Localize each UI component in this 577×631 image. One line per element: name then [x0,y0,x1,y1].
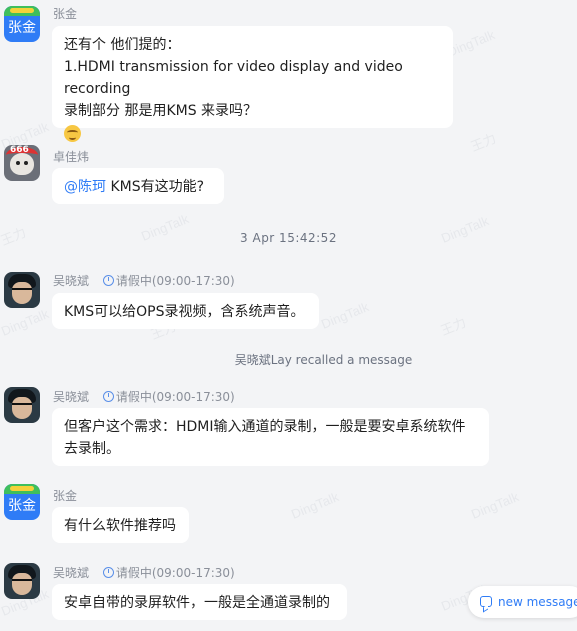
avatar[interactable] [4,272,40,308]
message-line: 但客户这个需求：HDMI输入通道的录制，一般是要安卓系统软件 [64,419,466,435]
watermark: DingTalk [0,306,51,339]
watermark: 王力 [438,314,469,339]
message-text: 安卓自带的录屏软件，一般是全通道录制的 [64,595,330,611]
sender-name[interactable]: 吴晓斌 请假中(09:00-17:30) [53,565,235,581]
sender-label: 张金 [53,7,78,21]
new-message-label: new message [498,595,577,609]
badge-icon [4,484,40,494]
dog-icon [10,153,34,175]
status-text: 请假中(09:00-17:30) [115,274,235,288]
message-bubble[interactable]: 安卓自带的录屏软件，一般是全通道录制的 [52,584,347,620]
sender-label: 吴晓斌 [53,274,90,288]
message-icon [480,596,492,607]
avatar-initials: 张金 [8,498,36,514]
message-bubble[interactable]: KMS可以给OPS录视频，含系统声音。 [52,293,319,329]
sender-name[interactable]: 张金 [53,488,77,504]
sender-label: 卓佳炜 [53,150,90,164]
avatar[interactable]: 666 [4,145,40,181]
clock-icon [102,275,114,286]
message-text: KMS可以给OPS录视频，含系统声音。 [64,304,305,320]
sender-name[interactable]: 吴晓斌 请假中(09:00-17:30) [53,389,235,405]
message-bubble[interactable]: 有什么软件推荐吗 [52,507,189,543]
sender-label: 吴晓斌 [53,390,90,404]
glasses-icon [12,288,32,295]
watermark: DingTalk [289,489,341,522]
sender-label: 吴晓斌 [53,566,90,580]
glasses-icon [12,403,32,410]
message-line: 录制部分 那是用KMS 来录吗？ [64,103,258,119]
sender-name[interactable]: 吴晓斌 请假中(09:00-17:30) [53,273,235,289]
message-line: 还有个 他们提的： [64,37,181,53]
watermark: DingTalk [319,299,371,332]
leave-status: 请假中(09:00-17:30) [102,390,235,404]
message-bubble[interactable]: 但客户这个需求：HDMI输入通道的录制，一般是要安卓系统软件 去录制。 [52,408,489,466]
avatar[interactable] [4,387,40,423]
badge-icon [4,6,40,16]
avatar-initials: 张金 [8,20,36,36]
glasses-icon [12,579,32,586]
clock-icon [102,567,114,578]
avatar[interactable]: 张金 [4,484,40,520]
message-text: 有什么软件推荐吗 [64,518,176,534]
message-text: KMS有这功能? [106,179,205,195]
avatar-number: 666 [10,145,29,155]
message-line: 去录制。 [64,441,120,457]
message-bubble[interactable]: @陈珂 KMS有这功能? [52,168,224,204]
leave-status: 请假中(09:00-17:30) [102,274,235,288]
message-bubble[interactable]: 还有个 他们提的： 1.HDMI transmission for video … [52,26,453,142]
timestamp: 3 Apr 15:42:52 [240,231,337,245]
watermark: 王力 [468,130,499,155]
sender-name[interactable]: 卓佳炜 [53,149,89,165]
grinning-sweat-emoji-icon [64,124,81,142]
watermark: DingTalk [469,489,521,522]
status-text: 请假中(09:00-17:30) [115,390,235,404]
avatar[interactable]: 张金 [4,6,40,42]
new-message-button[interactable]: new message [468,586,577,618]
message-line: 1.HDMI transmission for video display an… [64,59,403,97]
avatar[interactable] [4,563,40,599]
sender-label: 张金 [53,489,78,503]
leave-status: 请假中(09:00-17:30) [102,566,235,580]
mention-link[interactable]: @陈珂 [64,179,106,195]
status-text: 请假中(09:00-17:30) [115,566,235,580]
recall-notice: 吴晓斌Lay recalled a message [234,353,413,367]
clock-icon [102,391,114,402]
sender-name[interactable]: 张金 [53,6,77,22]
